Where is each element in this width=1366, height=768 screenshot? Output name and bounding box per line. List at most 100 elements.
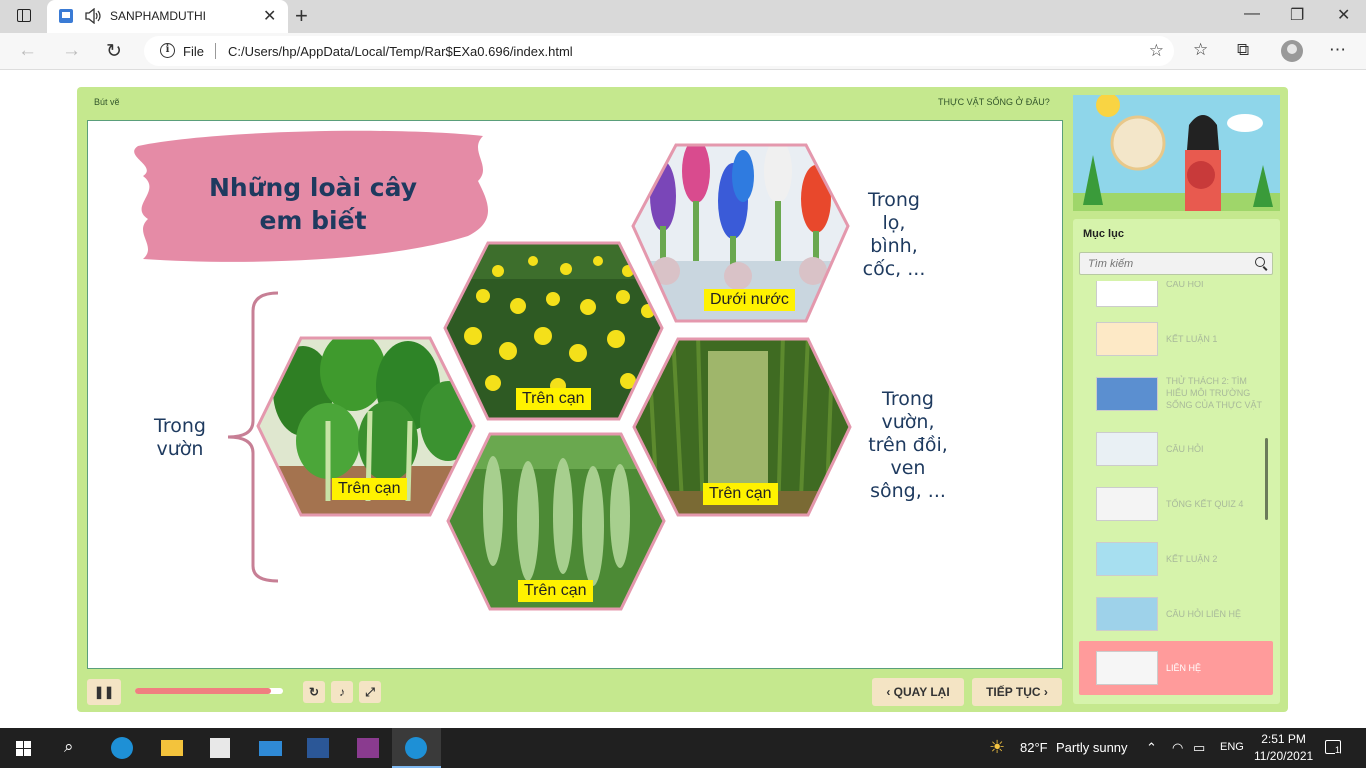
left-caption: Trong vườn [140, 415, 220, 461]
menu-item-label: LIÊN HỆ [1166, 663, 1202, 673]
hex-label-land-4: Trên cạn [518, 580, 593, 602]
menu-title: Mục lục [1083, 228, 1124, 240]
chevron-right-icon: › [1040, 685, 1048, 699]
slide-thumbnail [1096, 432, 1158, 466]
slide-thumbnail [1096, 322, 1158, 356]
weather-icon[interactable]: ☀ [989, 737, 1005, 758]
store-icon[interactable] [196, 728, 244, 768]
word-icon[interactable] [294, 728, 342, 768]
more-icon[interactable]: ⋯ [1329, 40, 1346, 60]
separator [215, 43, 216, 59]
presenter-panel [1073, 95, 1280, 211]
menu-item[interactable]: CÂU HỎI [1079, 281, 1273, 320]
file-explorer-icon[interactable] [148, 728, 196, 768]
edge-taskbar-icon[interactable] [98, 728, 146, 768]
fullscreen-button[interactable]: ⤢ [359, 681, 381, 703]
caption-land-line: trên đồi, [868, 434, 948, 456]
menu-item-active[interactable]: LIÊN HỆ [1079, 641, 1273, 695]
progress-fill [135, 688, 272, 694]
tab-title: SANPHAMDUTHI [110, 9, 207, 23]
browser-tab[interactable]: SANPHAMDUTHI ✕ [47, 0, 288, 33]
next-button-label: TIẾP TỤC [986, 685, 1041, 699]
search-input[interactable] [1080, 253, 1240, 274]
taskbar: ⌕ ☀ 82°F Partly sunny ⌃ ◠ ▭ ENG 2:51 PM 1… [0, 728, 1366, 768]
info-icon[interactable]: i [160, 43, 175, 58]
caption-land-line: Trong [882, 388, 934, 410]
language-indicator[interactable]: ENG [1220, 741, 1244, 753]
next-button[interactable]: TIẾP TỤC › [972, 678, 1062, 706]
menu-item-label: CÂU HỎI [1166, 444, 1204, 454]
mail-icon[interactable] [246, 728, 294, 768]
menu-item-label: CÂU HỎI [1166, 281, 1204, 289]
address-field[interactable]: i File C:/Users/hp/AppData/Local/Temp/Ra… [144, 36, 1174, 66]
add-favorite-icon[interactable]: ☆ [1149, 41, 1164, 61]
back-icon[interactable]: ← [18, 40, 37, 62]
table-of-contents: Mục lục CÂU HỎI KẾT LUẬN 1 THỬ THÁCH 2: … [1073, 219, 1280, 704]
battery-icon[interactable]: ▭ [1193, 740, 1205, 756]
slide-title: Những loài cây em biết [193, 171, 433, 237]
slide-thumbnail [1096, 597, 1158, 631]
favorites-icon[interactable]: ☆ [1193, 40, 1208, 60]
menu-item[interactable]: TỔNG KẾT QUIZ 4 [1079, 482, 1273, 534]
windows-start-icon[interactable] [16, 741, 31, 756]
slide-thumbnail [1096, 377, 1158, 411]
file-label: File [183, 44, 204, 59]
caption-water-line: lọ, [882, 212, 906, 234]
menu-item[interactable]: KẾT LUẬN 2 [1079, 537, 1273, 589]
tab-actions-icon[interactable] [17, 9, 31, 22]
close-window-icon[interactable]: ✕ [1337, 5, 1350, 25]
menu-item-label: THỬ THÁCH 2: TÌM HIỂU MÔI TRƯỜNG SỐNG CỦ… [1166, 376, 1263, 410]
weather-desc[interactable]: Partly sunny [1056, 740, 1128, 755]
search-taskbar-icon[interactable]: ⌕ [64, 737, 74, 757]
menu-item[interactable]: CÂU HỎI [1079, 427, 1273, 479]
caption-land-line: ven [890, 457, 926, 479]
menu-item[interactable]: KẾT LUẬN 1 [1079, 317, 1273, 369]
menu-item-label: CÂU HỎI LIÊN HỆ [1166, 609, 1242, 619]
back-button[interactable]: ‹ QUAY LẠI [872, 678, 964, 706]
menu-item[interactable]: THỬ THÁCH 2: TÌM HIỂU MÔI TRƯỜNG SỐNG CỦ… [1079, 372, 1273, 424]
browser-tab-bar: SANPHAMDUTHI ✕ + — ❐ ✕ [0, 0, 1366, 33]
menu-scrollbar[interactable] [1265, 438, 1268, 520]
menu-item[interactable]: CÂU HỎI LIÊN HỆ [1079, 592, 1273, 644]
caption-land-line: sông, ... [870, 480, 946, 502]
weather-temp[interactable]: 82°F [1020, 740, 1048, 755]
url-text[interactable]: C:/Users/hp/AppData/Local/Temp/Rar$EXa0.… [228, 44, 573, 59]
refresh-icon[interactable]: ↻ [106, 40, 122, 63]
edge-active-taskbar-icon[interactable] [392, 728, 441, 768]
notification-icon[interactable]: 1 [1325, 740, 1341, 755]
slide-thumbnail [1096, 487, 1158, 521]
close-tab-icon[interactable]: ✕ [263, 6, 276, 26]
clock-date: 11/20/2021 [1254, 749, 1314, 763]
collections-icon[interactable]: ⧉ [1237, 40, 1249, 60]
chevron-left-icon: ‹ [886, 685, 894, 699]
search-icon[interactable] [1255, 257, 1265, 267]
presenter-graphic [1073, 95, 1280, 211]
clock-time: 2:51 PM [1261, 732, 1306, 746]
volume-button[interactable]: ♪ [331, 681, 353, 703]
chevron-up-icon[interactable]: ⌃ [1146, 740, 1157, 756]
wifi-icon[interactable]: ◠ [1172, 740, 1183, 756]
hex-label-land-1: Trên cạn [516, 388, 591, 410]
address-bar-row: ← → ↻ i File C:/Users/hp/AppData/Local/T… [0, 33, 1366, 70]
hex-label-water: Dưới nước [704, 289, 795, 311]
profile-avatar[interactable] [1281, 40, 1303, 62]
minimize-icon[interactable]: — [1244, 5, 1260, 23]
menu-search [1079, 252, 1273, 275]
pen-tool-label[interactable]: Bút vẽ [94, 97, 120, 107]
caption-water-line: cốc, ... [862, 258, 926, 280]
new-tab-icon[interactable]: + [295, 3, 308, 29]
forward-icon[interactable]: → [62, 40, 81, 62]
menu-item-label: KẾT LUẬN 1 [1166, 334, 1218, 344]
notification-count: 1 [1335, 745, 1341, 755]
winrar-icon[interactable] [344, 728, 392, 768]
slide-thumbnail [1096, 542, 1158, 576]
replay-button[interactable]: ↻ [303, 681, 325, 703]
system-clock[interactable]: 2:51 PM 11/20/2021 [1254, 731, 1313, 765]
restore-icon[interactable]: ❐ [1290, 5, 1304, 25]
menu-item-label: TỔNG KẾT QUIZ 4 [1166, 499, 1244, 509]
progress-bar[interactable] [135, 688, 283, 694]
caption-water-line: Trong [868, 189, 920, 211]
caption-water: Trong lọ, bình, cốc, ... [848, 189, 940, 281]
speaker-icon[interactable] [84, 8, 102, 24]
pause-button[interactable]: ❚❚ [87, 679, 121, 705]
